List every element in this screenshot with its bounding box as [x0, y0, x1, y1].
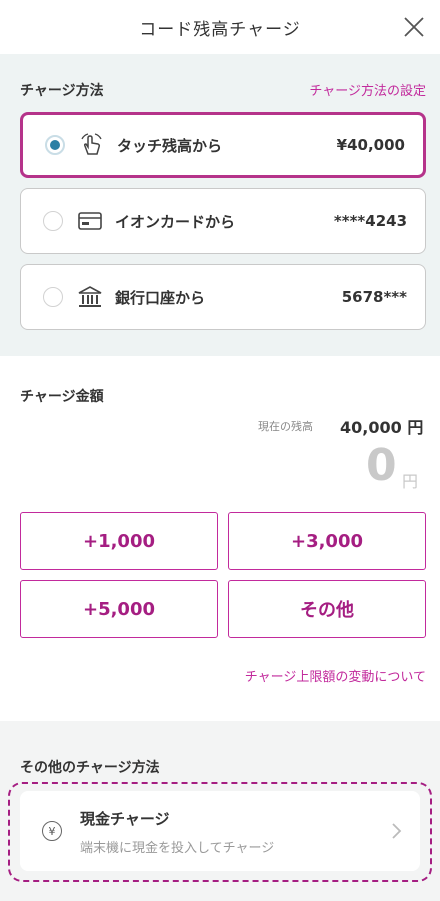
option-touch-balance-value: ¥40,000: [336, 136, 405, 154]
option-bank-account[interactable]: 銀行口座から 5678***: [20, 264, 426, 330]
charge-amount-unit: 円: [402, 472, 419, 491]
touch-hand-icon: [79, 132, 105, 158]
add-3000-button[interactable]: +3,000: [228, 512, 426, 570]
charge-amount-heading: チャージ金額: [20, 389, 104, 405]
cash-charge-subtitle: 端末機に現金を投入してチャージ: [80, 841, 275, 856]
option-touch-balance[interactable]: タッチ残高から ¥40,000: [20, 112, 426, 178]
close-icon: [404, 17, 424, 37]
charge-method-heading: チャージ方法: [20, 83, 104, 99]
radio-bank-account[interactable]: [43, 287, 63, 307]
yen-coin-icon: ¥: [42, 821, 62, 841]
current-balance-value: 40,000 円: [340, 418, 424, 437]
option-aeon-card-value: ****4243: [333, 212, 407, 230]
add-1000-button[interactable]: +1,000: [20, 512, 218, 570]
current-balance-label: 現在の残高: [258, 420, 313, 433]
card-icon: [77, 208, 103, 234]
chevron-right-icon: [392, 823, 402, 839]
header-bar: コード残高チャージ: [0, 0, 440, 54]
page-title: コード残高チャージ: [139, 19, 301, 40]
radio-aeon-card[interactable]: [43, 211, 63, 231]
other-charge-heading: その他のチャージ方法: [20, 760, 160, 776]
option-aeon-card-label: イオンカードから: [115, 212, 236, 231]
charge-amount-value: 0: [366, 440, 397, 491]
option-bank-account-value: 5678***: [341, 288, 407, 306]
close-button[interactable]: [400, 13, 428, 41]
cash-charge-title: 現金チャージ: [80, 810, 170, 828]
option-aeon-card[interactable]: イオンカードから ****4243: [20, 188, 426, 254]
other-amount-button[interactable]: その他: [228, 580, 426, 638]
other-charge-section: その他のチャージ方法 ¥ 現金チャージ 端末機に現金を投入してチャージ: [0, 721, 440, 901]
charge-method-section: チャージ方法 チャージ方法の設定 タッチ残高から ¥40,000 イオンカードか…: [0, 54, 440, 356]
charge-limit-link[interactable]: チャージ上限額の変動について: [245, 666, 426, 685]
charge-amount-section: チャージ金額 現在の残高 40,000 円 0 円 +1,000 +3,000 …: [0, 356, 440, 721]
charge-method-settings-link[interactable]: チャージ方法の設定: [309, 80, 426, 99]
radio-touch-balance[interactable]: [45, 135, 65, 155]
option-touch-balance-label: タッチ残高から: [117, 136, 223, 155]
option-bank-account-label: 銀行口座から: [115, 288, 206, 307]
add-5000-button[interactable]: +5,000: [20, 580, 218, 638]
cash-charge-item[interactable]: ¥ 現金チャージ 端末機に現金を投入してチャージ: [20, 791, 420, 871]
bank-icon: [77, 284, 103, 310]
